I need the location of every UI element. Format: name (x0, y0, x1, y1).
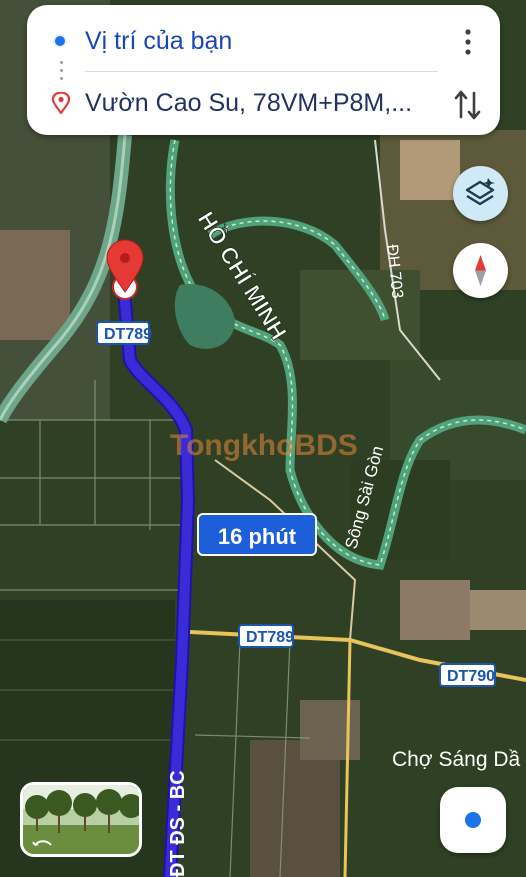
compass-button[interactable] (453, 243, 508, 298)
destination-text[interactable]: Vườn Cao Su, 78VM+P8M,... (85, 89, 430, 118)
directions-card: Vị trí của bạn Vườn Cao Su, 78VM+P8M,... (27, 5, 500, 135)
street-view-thumbnail[interactable] (20, 782, 142, 857)
swap-icon[interactable] (452, 87, 484, 123)
card-divider (85, 71, 438, 72)
place-label-cho-sang: Chợ Sáng Dầ (392, 748, 520, 771)
more-vert-icon[interactable] (456, 25, 480, 59)
my-location-icon (465, 812, 481, 828)
shield-text: DT789 (246, 629, 295, 646)
compass-icon (475, 255, 486, 286)
road-shield-dt790: DT790 (439, 663, 496, 687)
road-shield-dt789-top: DT789 (96, 321, 153, 345)
destination-pin-small-icon (51, 92, 71, 114)
destination-row[interactable]: Vườn Cao Su, 78VM+P8M,... (27, 81, 437, 125)
road-label-route-road: ĐT ĐS - BC (167, 770, 189, 877)
road-shield-dt789-mid: DT789 (238, 624, 294, 648)
destination-pin-icon[interactable] (106, 239, 144, 300)
connector-dots-icon (60, 61, 63, 83)
my-location-button[interactable] (440, 787, 506, 853)
street-view-image (23, 785, 139, 854)
origin-row[interactable]: Vị trí của bạn (27, 19, 427, 63)
route-duration-badge[interactable]: 16 phút (197, 513, 317, 556)
shield-text: DT790 (447, 668, 496, 685)
layers-button[interactable] (453, 166, 508, 221)
shield-text: DT789 (104, 326, 153, 343)
origin-text[interactable]: Vị trí của bạn (85, 27, 232, 56)
watermark-text: TongkhoBDS (170, 429, 358, 462)
layers-icon (465, 178, 495, 206)
origin-dot-icon (53, 34, 67, 48)
